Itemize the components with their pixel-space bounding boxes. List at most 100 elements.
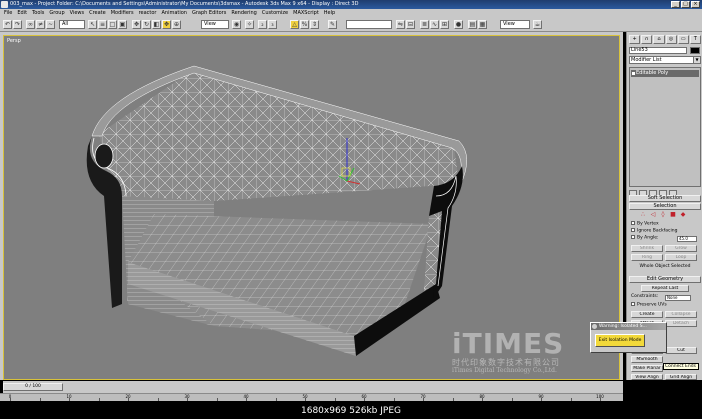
select-manipulate-icon[interactable]: ✧ bbox=[245, 20, 254, 29]
dialog-titlebar[interactable]: Warning: Isolated S... bbox=[591, 323, 666, 330]
menu-rendering[interactable]: Rendering bbox=[231, 9, 257, 17]
ignore-backfacing-option[interactable]: Ignore Backfacing bbox=[631, 228, 699, 235]
by-angle-value-field[interactable]: 45.0 bbox=[677, 236, 697, 242]
repeat-last-button[interactable]: Repeat Last bbox=[641, 285, 689, 292]
select-and-move-icon[interactable]: ✥ bbox=[132, 20, 141, 29]
menu-maxscript[interactable]: MAXScript bbox=[293, 9, 319, 17]
menu-tools[interactable]: Tools bbox=[32, 9, 44, 17]
align-icon[interactable]: ⊟ bbox=[406, 20, 415, 29]
menu-file[interactable]: File bbox=[4, 9, 12, 17]
schematic-view-icon[interactable]: ⊞ bbox=[440, 20, 449, 29]
cut-button[interactable]: Cut bbox=[665, 347, 697, 354]
use-pivot-point-icon[interactable]: ◉ bbox=[232, 20, 241, 29]
selection-filter-dropdown[interactable]: All bbox=[59, 20, 85, 29]
ignore-backfacing-checkbox[interactable] bbox=[631, 228, 635, 232]
edit-named-selection-icon[interactable]: ✎ bbox=[328, 20, 337, 29]
object-color-swatch[interactable] bbox=[690, 47, 700, 54]
soft-selection-rollout[interactable]: Soft Selection bbox=[629, 195, 701, 202]
utilities-tab[interactable]: T bbox=[689, 35, 702, 44]
edge-icon[interactable]: ◁ bbox=[649, 211, 657, 218]
snap-2d-icon[interactable]: ₂ bbox=[258, 20, 267, 29]
edit-geometry-rollout[interactable]: Edit Geometry bbox=[629, 276, 701, 283]
by-vertex-checkbox[interactable] bbox=[631, 221, 635, 225]
menu-customize[interactable]: Customize bbox=[262, 9, 288, 17]
polygon-icon[interactable]: ■ bbox=[669, 211, 677, 218]
mirror-icon[interactable]: ⇋ bbox=[396, 20, 405, 29]
menu-group[interactable]: Group bbox=[49, 9, 64, 17]
undo-icon[interactable]: ↶ bbox=[3, 20, 12, 29]
angle-snap-icon[interactable]: △ bbox=[290, 20, 299, 29]
msmooth-button[interactable]: MSmooth bbox=[631, 356, 663, 363]
material-editor-icon[interactable]: ● bbox=[454, 20, 463, 29]
reference-coordinate-dropdown[interactable]: View bbox=[201, 20, 229, 29]
loop-button[interactable]: Loop bbox=[665, 254, 697, 261]
motion-tab[interactable]: ◎ bbox=[665, 35, 677, 44]
render-setup-icon[interactable]: ▤ bbox=[468, 20, 477, 29]
by-angle-checkbox[interactable] bbox=[631, 235, 635, 239]
select-and-rotate-icon[interactable]: ↻ bbox=[142, 20, 151, 29]
curve-editor-icon[interactable]: ∿ bbox=[430, 20, 439, 29]
menu-modifiers[interactable]: Modifiers bbox=[111, 9, 134, 17]
menu-views[interactable]: Views bbox=[70, 9, 84, 17]
menu-help[interactable]: Help bbox=[324, 9, 335, 17]
track-tick bbox=[511, 398, 513, 401]
constraints-dropdown[interactable]: None bbox=[665, 295, 691, 301]
bind-spacewarp-icon[interactable]: ~ bbox=[46, 20, 55, 29]
track-tick bbox=[275, 398, 277, 401]
modifier-stack-item[interactable]: Editable Poly bbox=[631, 70, 699, 77]
preserve-uvs-option[interactable]: Preserve UVs bbox=[631, 302, 699, 309]
make-planar-button[interactable]: Make Planar bbox=[631, 365, 663, 372]
vertex-icon[interactable]: ∴ bbox=[639, 211, 647, 218]
preserve-uvs-checkbox[interactable] bbox=[631, 302, 635, 306]
rendered-frame-window-icon[interactable]: ▦ bbox=[478, 20, 487, 29]
modifier-stack: Editable Poly bbox=[629, 67, 701, 187]
menu-edit[interactable]: Edit bbox=[17, 9, 27, 17]
menu-graph-editors[interactable]: Graph Editors bbox=[192, 9, 226, 17]
link-icon[interactable]: ∞ bbox=[26, 20, 35, 29]
grid-align-button[interactable]: Grid Align bbox=[665, 374, 697, 380]
collapse-button[interactable]: Collapse bbox=[665, 311, 697, 318]
select-object-icon[interactable]: ↖ bbox=[88, 20, 97, 29]
percent-snap-icon[interactable]: % bbox=[300, 20, 309, 29]
selection-rollout[interactable]: Selection bbox=[629, 203, 701, 210]
time-slider[interactable]: 0 / 100 bbox=[3, 383, 63, 391]
select-and-scale-icon[interactable]: ◧ bbox=[152, 20, 161, 29]
spinner-snap-icon[interactable]: ⇕ bbox=[310, 20, 319, 29]
pivot-center-icon[interactable]: ⊕ bbox=[172, 20, 181, 29]
menu-reactor[interactable]: reactor bbox=[139, 9, 157, 17]
display-tab[interactable]: ▭ bbox=[677, 35, 689, 44]
detach-button[interactable]: Detach bbox=[665, 320, 697, 327]
modify-tab[interactable]: ∩ bbox=[641, 35, 653, 44]
quick-render-icon[interactable]: ☕ bbox=[533, 20, 542, 29]
close-button[interactable]: × bbox=[691, 1, 700, 8]
selection-region-icon[interactable]: □ bbox=[108, 20, 117, 29]
hierarchy-tab[interactable]: ⌂ bbox=[653, 35, 665, 44]
grow-button[interactable]: Grow bbox=[665, 245, 697, 252]
minimize-button[interactable]: _ bbox=[671, 1, 680, 8]
create-tab[interactable]: + bbox=[629, 35, 641, 44]
layer-manager-icon[interactable]: ≣ bbox=[420, 20, 429, 29]
render-view-dropdown[interactable]: View bbox=[500, 20, 530, 29]
object-name-field[interactable]: Line53 bbox=[629, 47, 687, 54]
track-bar[interactable]: 0 10 20 30 40 50 60 70 80 90 100 bbox=[0, 393, 623, 401]
maximize-button[interactable]: □ bbox=[681, 1, 690, 8]
shrink-button[interactable]: Shrink bbox=[631, 245, 663, 252]
window-crossing-icon[interactable]: ▣ bbox=[118, 20, 127, 29]
select-and-manipulate-icon[interactable]: ✥ bbox=[162, 20, 171, 29]
element-icon[interactable]: ◆ bbox=[679, 211, 687, 218]
by-vertex-option[interactable]: By Vertex bbox=[631, 221, 699, 228]
create-button[interactable]: Create bbox=[631, 311, 663, 318]
snap-3d-icon[interactable]: ₃ bbox=[268, 20, 277, 29]
named-selection-sets-dropdown[interactable] bbox=[346, 20, 392, 29]
ring-button[interactable]: Ring bbox=[631, 254, 663, 261]
menu-animation[interactable]: Animation bbox=[161, 9, 187, 17]
select-by-name-icon[interactable]: ≡ bbox=[98, 20, 107, 29]
unlink-icon[interactable]: ≠ bbox=[36, 20, 45, 29]
exit-isolation-mode-button[interactable]: Exit Isolation Mode bbox=[595, 334, 645, 347]
redo-icon[interactable]: ↷ bbox=[13, 20, 22, 29]
border-icon[interactable]: ◊ bbox=[659, 211, 667, 218]
menu-create[interactable]: Create bbox=[89, 9, 106, 17]
chevron-down-icon[interactable]: ▼ bbox=[693, 57, 700, 63]
modifier-list-dropdown[interactable]: Modifier List ▼ bbox=[629, 56, 701, 64]
view-align-button[interactable]: View Align bbox=[631, 374, 663, 380]
